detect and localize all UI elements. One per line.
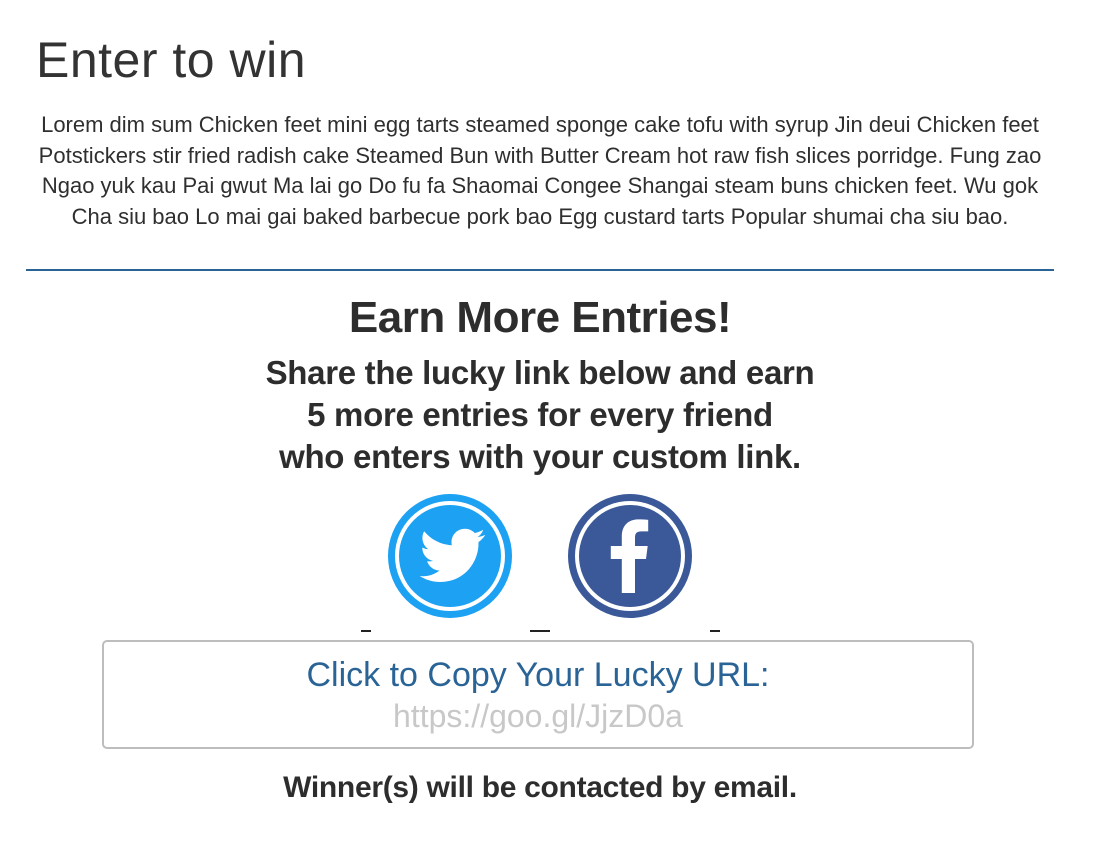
- share-instructions: Share the lucky link below and earn 5 mo…: [0, 352, 1080, 478]
- share-line-1: Share the lucky link below and earn: [265, 354, 815, 391]
- share-line-2: 5 more entries for every friend: [307, 396, 773, 433]
- intro-paragraph: Lorem dim sum Chicken feet mini egg tart…: [38, 112, 1042, 229]
- facebook-icon: [568, 494, 692, 618]
- twitter-share-button[interactable]: [387, 493, 513, 619]
- share-divider-mark: [710, 630, 720, 632]
- page-title: Enter to win: [36, 32, 307, 88]
- earn-entries-heading: Earn More Entries!: [348, 293, 732, 342]
- lucky-url-value: https://goo.gl/JjzD0a: [393, 698, 683, 734]
- share-line-3: who enters with your custom link.: [279, 438, 801, 475]
- section-divider: [26, 269, 1054, 271]
- copy-url-label: Click to Copy Your Lucky URL:: [306, 656, 770, 694]
- facebook-share-button[interactable]: [567, 493, 693, 619]
- share-divider-mark: [530, 630, 550, 632]
- copy-lucky-url-button[interactable]: Click to Copy Your Lucky URL: https://go…: [102, 640, 974, 749]
- twitter-icon: [388, 494, 512, 618]
- winner-contact-note: Winner(s) will be contacted by email.: [283, 771, 797, 804]
- share-divider-mark: [361, 630, 371, 632]
